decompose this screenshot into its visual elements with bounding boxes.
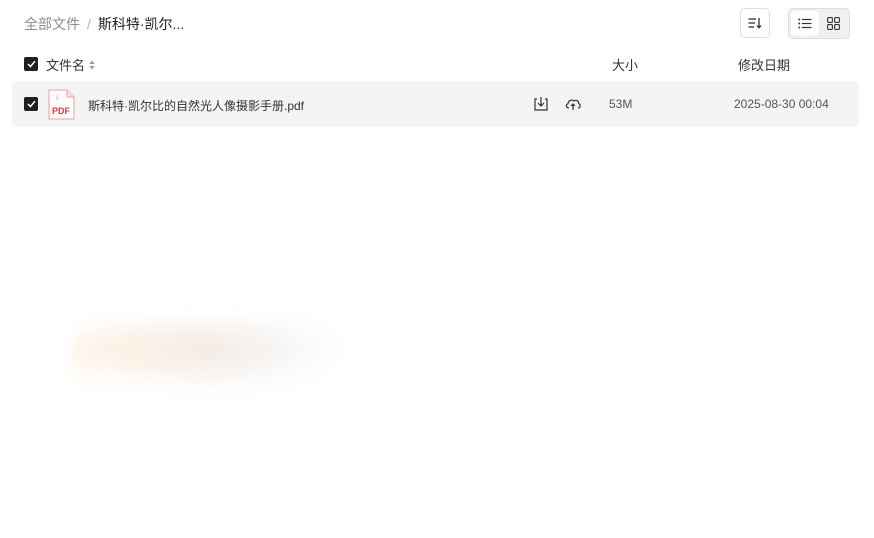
view-mode-toggle xyxy=(788,8,850,39)
check-icon xyxy=(26,100,36,108)
file-browser: 全部文件 / 斯科特·凯尔... 文件名 大小 修改日期 PDF 斯科特·凯尔比… xyxy=(0,0,874,538)
list-view-icon xyxy=(798,18,812,29)
pdf-file-icon: PDF xyxy=(48,89,75,120)
file-size: 53M xyxy=(609,97,633,111)
sort-button[interactable] xyxy=(740,8,770,38)
check-icon xyxy=(26,60,36,68)
column-header-name[interactable]: 文件名 xyxy=(46,55,95,74)
sort-descending-icon xyxy=(748,18,762,29)
table-row[interactable]: PDF 斯科特·凯尔比的自然光人像摄影手册.pdf 53M 2025-08-30… xyxy=(12,81,859,127)
grid-view-button[interactable] xyxy=(819,11,847,36)
blurred-overlay xyxy=(70,318,360,398)
column-header-name-label: 文件名 xyxy=(46,58,86,73)
grid-view-icon xyxy=(826,17,840,30)
save-to-cloud-icon[interactable] xyxy=(564,95,582,113)
file-name[interactable]: 斯科特·凯尔比的自然光人像摄影手册.pdf xyxy=(88,97,304,114)
breadcrumb-current: 斯科特·凯尔... xyxy=(97,16,185,32)
download-icon[interactable] xyxy=(532,95,550,113)
breadcrumb-root[interactable]: 全部文件 xyxy=(24,14,80,34)
column-header-date[interactable]: 修改日期 xyxy=(738,55,790,74)
select-all-checkbox[interactable] xyxy=(24,57,38,71)
pdf-badge-label: PDF xyxy=(52,106,71,116)
column-header-size[interactable]: 大小 xyxy=(612,55,638,74)
file-modified-date: 2025-08-30 00:04 xyxy=(734,97,829,111)
row-checkbox[interactable] xyxy=(24,97,38,111)
sort-arrows-icon xyxy=(89,60,95,69)
table-header: 文件名 大小 修改日期 xyxy=(24,54,850,74)
list-view-button[interactable] xyxy=(791,11,819,36)
breadcrumb-separator: / xyxy=(87,16,91,32)
breadcrumb: 全部文件 / 斯科特·凯尔... xyxy=(24,14,184,34)
